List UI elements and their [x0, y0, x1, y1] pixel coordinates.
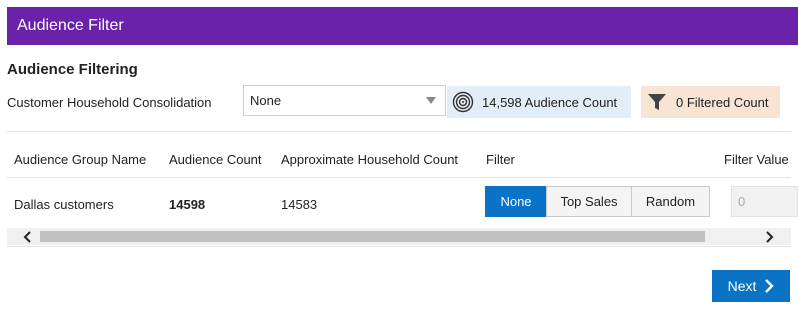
- target-icon: [452, 91, 474, 113]
- chevron-right-icon: [764, 279, 775, 293]
- audience-count-badge: 14,598 Audience Count: [447, 86, 631, 118]
- page-header: Audience Filter: [7, 7, 798, 45]
- scroll-right-icon[interactable]: [760, 228, 777, 245]
- column-header-audience-group-name: Audience Group Name: [14, 152, 147, 167]
- consolidation-label: Customer Household Consolidation: [7, 95, 212, 110]
- next-button-label: Next: [727, 278, 757, 294]
- page-title: Audience Filter: [17, 17, 124, 34]
- horizontal-scrollbar[interactable]: [7, 228, 791, 245]
- scrollbar-thumb[interactable]: [40, 231, 705, 242]
- funnel-icon: [646, 91, 668, 113]
- section-title: Audience Filtering: [7, 61, 138, 78]
- column-header-filter: Filter: [486, 152, 515, 167]
- cell-audience-group-name: Dallas customers: [14, 197, 114, 212]
- cell-audience-count: 14598: [169, 197, 206, 212]
- divider: [7, 131, 791, 132]
- cell-household-count: 14583: [281, 197, 318, 212]
- column-header-filter-value: Filter Value: [724, 152, 789, 167]
- filtered-count-text: 0 Filtered Count: [676, 94, 769, 110]
- scroll-left-icon[interactable]: [19, 228, 36, 245]
- filter-random-button[interactable]: Random: [631, 186, 710, 217]
- consolidation-select[interactable]: None: [243, 85, 446, 116]
- column-header-audience-count: Audience Count: [169, 152, 262, 167]
- bottom-divider: [7, 246, 791, 247]
- filtered-count-badge: 0 Filtered Count: [641, 86, 780, 118]
- table-header-divider: [7, 177, 791, 178]
- column-header-household-count: Approximate Household Count: [281, 152, 459, 167]
- caret-down-icon: [426, 97, 436, 104]
- filter-none-button[interactable]: None: [485, 186, 547, 217]
- filter-top-sales-button[interactable]: Top Sales: [546, 186, 632, 217]
- audience-count-text: 14,598 Audience Count: [482, 94, 618, 110]
- next-button[interactable]: Next: [712, 270, 790, 302]
- filter-value-input[interactable]: 0: [731, 186, 798, 217]
- consolidation-select-value: None: [250, 93, 282, 108]
